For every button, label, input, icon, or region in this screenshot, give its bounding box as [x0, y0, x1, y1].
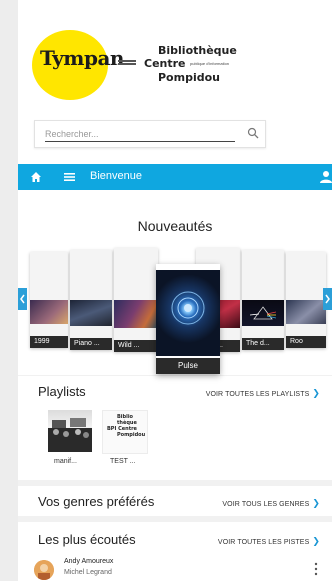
track-cover-image: [34, 560, 54, 580]
more-vert-icon[interactable]: [314, 562, 318, 576]
search-underline: [45, 141, 235, 142]
track-title[interactable]: Andy Amoureux: [64, 558, 113, 565]
header: Tympan Bibliothèque Centre Pompidou publ…: [18, 0, 332, 112]
protest-crowd-image: [48, 418, 92, 452]
album-cover-featured[interactable]: Pulse: [156, 264, 220, 374]
most-listened-title: Les plus écoutés: [38, 532, 136, 547]
genres-card: Vos genres préférés VOIR TOUS LES GENRES…: [18, 486, 332, 516]
playlists-title: Playlists: [38, 384, 86, 399]
album-label: Pulse: [156, 358, 220, 374]
playlist-thumbnail[interactable]: Biblio thèque BPI Centre Pompidou: [102, 410, 148, 454]
nouveautes-title: Nouveautés: [137, 218, 213, 234]
track-cover[interactable]: [34, 560, 54, 580]
carousel-prev-button[interactable]: [18, 288, 27, 310]
prism-icon: [250, 306, 276, 320]
playlists-see-all-link[interactable]: VOIR TOUTES LES PLAYLISTS ❯: [206, 388, 320, 399]
chevron-left-icon: [20, 294, 25, 304]
search-box: [34, 120, 266, 148]
playlist-label: manif...: [54, 458, 77, 465]
bpi-line2: Centre: [144, 57, 186, 70]
album-label: 1999: [30, 336, 68, 348]
genres-see-all-link[interactable]: VOIR TOUS LES GENRES ❯: [222, 498, 320, 509]
album-cover[interactable]: Roo: [286, 252, 326, 348]
thumb-line: Pompidou: [117, 432, 146, 438]
album-cover[interactable]: 1999: [30, 252, 68, 348]
playlist-label: TEST ...: [110, 458, 136, 465]
chevron-right-icon: ❯: [312, 388, 320, 398]
logo-text: Tympan: [40, 46, 124, 70]
chevron-right-icon: ❯: [312, 498, 320, 508]
bpi-mark-icon: [118, 60, 136, 66]
playlist-thumbnail[interactable]: [48, 410, 92, 452]
playlist-thumb-text: Biblio thèque BPI Centre Pompidou: [107, 414, 145, 438]
bpi-line1: Bibliothèque: [158, 44, 237, 57]
app-page: Tympan Bibliothèque Centre Pompidou publ…: [18, 0, 332, 581]
album-label: Wild ...: [114, 340, 158, 352]
genres-title: Vos genres préférés: [38, 494, 155, 509]
nouveautes-carousel: 1999 Piano ... Wild ... Jean ...: [18, 240, 332, 375]
chevron-right-icon: ❯: [312, 536, 320, 546]
track-artist: Michel Legrand: [64, 569, 112, 576]
search-input[interactable]: [45, 127, 225, 141]
most-listened-see-all-text: VOIR TOUTES LES PISTES: [217, 539, 310, 546]
playlists-see-all-text: VOIR TOUTES LES PLAYLISTS: [205, 391, 310, 398]
user-icon[interactable]: [320, 170, 332, 183]
pulse-art-icon: [171, 291, 205, 325]
nav-label[interactable]: Bienvenue: [90, 170, 142, 182]
album-label: The d...: [242, 338, 284, 350]
search-icon[interactable]: [247, 127, 259, 139]
nav-bar: Bienvenue: [18, 164, 332, 190]
album-label: Roo: [286, 336, 326, 348]
chevron-right-icon: [325, 294, 330, 304]
menu-icon[interactable]: [64, 172, 75, 182]
home-icon[interactable]: [30, 171, 42, 183]
bpi-tagline: publique d'information: [190, 61, 230, 66]
genres-see-all-text: VOIR TOUS LES GENRES: [222, 501, 310, 508]
most-listened-see-all-link[interactable]: VOIR TOUTES LES PISTES ❯: [218, 536, 320, 547]
carousel-next-button[interactable]: [323, 288, 332, 310]
album-cover[interactable]: Wild ...: [114, 248, 158, 352]
album-cover[interactable]: The d...: [242, 250, 284, 350]
bpi-logo[interactable]: Bibliothèque Centre Pompidou publique d'…: [118, 42, 237, 88]
album-cover[interactable]: Piano ...: [70, 250, 112, 350]
bpi-line3: Pompidou: [158, 71, 220, 84]
album-label: Piano ...: [70, 338, 112, 350]
playlists-card: Playlists VOIR TOUTES LES PLAYLISTS ❯ man…: [18, 376, 332, 480]
